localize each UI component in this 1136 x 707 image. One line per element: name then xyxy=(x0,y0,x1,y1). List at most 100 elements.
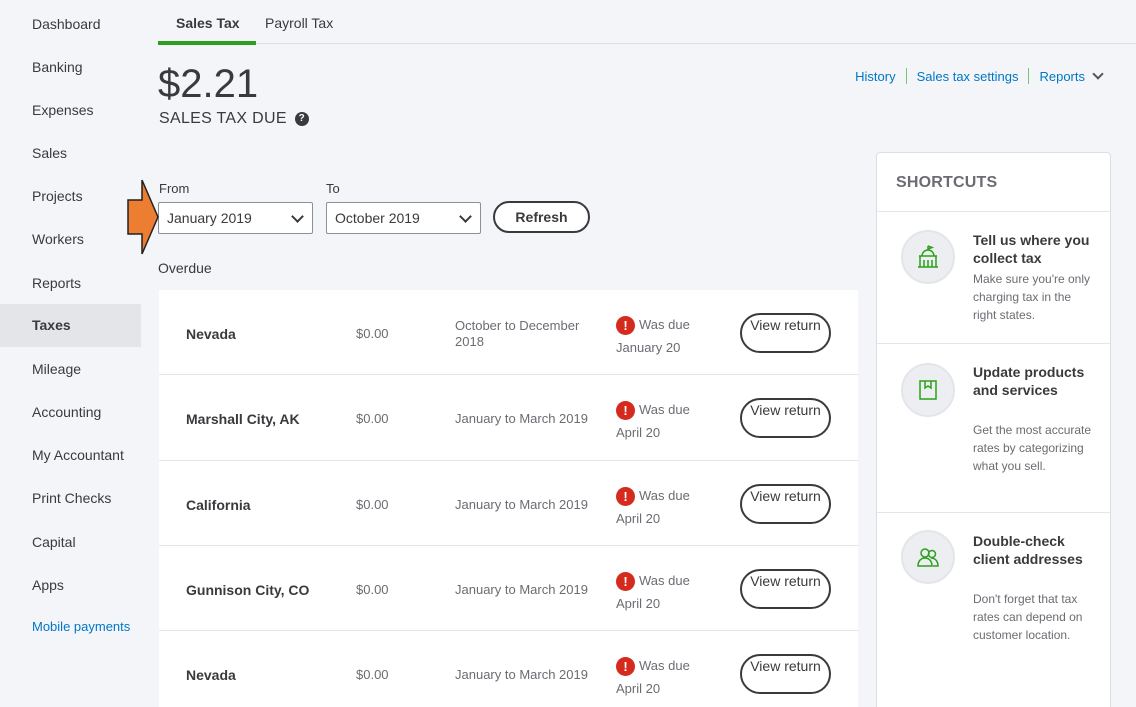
nav-apps[interactable]: Apps xyxy=(0,564,141,607)
table-row: Gunnison City, CO $0.00 January to March… xyxy=(159,545,858,632)
link-divider xyxy=(905,68,907,84)
due-status: ! Was due January 20 xyxy=(616,313,726,359)
table-row: Nevada $0.00 January to March 2019 ! Was … xyxy=(159,631,858,707)
to-label: To xyxy=(326,181,340,196)
to-date-value: October 2019 xyxy=(335,210,420,226)
nav-taxes[interactable]: Taxes xyxy=(0,304,141,347)
shortcut-description: Make sure you're only charging tax in th… xyxy=(973,272,1091,322)
tax-amount: $0.00 xyxy=(356,667,389,683)
tab-payroll-tax[interactable]: Payroll Tax xyxy=(265,15,333,44)
chevron-down-icon xyxy=(291,210,304,223)
sales-tax-due-text: SALES TAX DUE xyxy=(159,110,287,127)
nav-print-checks[interactable]: Print Checks xyxy=(0,477,141,520)
tab-sales-tax[interactable]: Sales Tax xyxy=(158,15,256,45)
shortcut-heading: Double-check client addresses xyxy=(973,533,1083,567)
shortcuts-panel: SHORTCUTS Tell us where you collect tax … xyxy=(876,152,1111,707)
due-status: ! Was due April 20 xyxy=(616,654,726,700)
chevron-down-icon xyxy=(1092,67,1104,80)
shortcut-description: Get the most accurate rates by categoriz… xyxy=(973,423,1092,473)
shortcuts-title: SHORTCUTS xyxy=(896,174,998,191)
header-links: History Sales tax settings Reports xyxy=(855,67,1104,84)
history-link[interactable]: History xyxy=(855,69,895,84)
nav-sales[interactable]: Sales xyxy=(0,132,141,175)
nav-workers[interactable]: Workers xyxy=(0,218,141,261)
shortcut-products-services[interactable]: Update products and services Get the mos… xyxy=(877,344,1110,512)
due-status: ! Was due April 20 xyxy=(616,398,726,444)
due-label: Was due xyxy=(639,658,690,674)
table-row: Nevada $0.00 October to December 2018 ! W… xyxy=(159,290,858,376)
tax-period: January to March 2019 xyxy=(455,667,588,683)
agency-name: Gunnison City, CO xyxy=(186,581,310,598)
building-icon xyxy=(901,230,955,284)
nav-my-accountant[interactable]: My Accountant xyxy=(0,434,141,477)
tax-amount: $0.00 xyxy=(356,411,389,427)
reports-dropdown[interactable]: Reports xyxy=(1039,67,1104,84)
view-return-button[interactable]: View return xyxy=(740,654,831,695)
orange-arrow-icon xyxy=(127,179,159,255)
nav-projects[interactable]: Projects xyxy=(0,175,141,218)
agency-name: Marshall City, AK xyxy=(186,411,300,428)
from-date-select[interactable]: January 2019 xyxy=(158,202,313,234)
nav-mobile-payments[interactable]: Mobile payments xyxy=(0,605,141,648)
from-label: From xyxy=(159,181,190,196)
link-divider xyxy=(1028,68,1030,84)
due-status: ! Was due April 20 xyxy=(616,569,726,615)
agency-name: California xyxy=(186,496,251,513)
nav-reports[interactable]: Reports xyxy=(0,262,141,305)
overdue-heading: Overdue xyxy=(158,260,212,276)
due-date: April 20 xyxy=(616,510,661,526)
nav-capital[interactable]: Capital xyxy=(0,521,141,564)
table-row: California $0.00 January to March 2019 !… xyxy=(159,460,858,546)
to-date-select[interactable]: October 2019 xyxy=(326,202,481,234)
help-icon[interactable]: ? xyxy=(294,112,309,126)
shortcut-client-addresses[interactable]: Double-check client addresses Don't forg… xyxy=(877,513,1110,703)
tax-tabs: Sales Tax Payroll Tax xyxy=(158,0,1136,45)
sales-tax-settings-link[interactable]: Sales tax settings xyxy=(917,69,1019,84)
left-nav: Dashboard Banking Expenses Sales Project… xyxy=(0,0,141,707)
tax-amount: $0.00 xyxy=(356,496,389,512)
nav-mileage[interactable]: Mileage xyxy=(0,348,141,391)
nav-dashboard[interactable]: Dashboard xyxy=(0,3,141,46)
nav-banking[interactable]: Banking xyxy=(0,46,141,89)
due-date: April 20 xyxy=(616,425,661,441)
due-date: January 20 xyxy=(616,340,681,355)
sales-tax-due-label: SALES TAX DUE ? xyxy=(159,110,309,128)
reports-label: Reports xyxy=(1039,68,1085,84)
agency-name: Nevada xyxy=(186,667,236,684)
due-label: Was due xyxy=(639,572,690,588)
shortcut-heading: Update products and services xyxy=(973,364,1085,398)
due-date: April 20 xyxy=(616,595,661,611)
view-return-button[interactable]: View return xyxy=(740,398,831,439)
alert-icon: ! xyxy=(616,316,635,335)
alert-icon: ! xyxy=(616,657,635,677)
shortcut-tax-locations[interactable]: Tell us where you collect tax Make sure … xyxy=(877,212,1110,343)
shortcut-heading: Tell us where you collect tax xyxy=(973,232,1090,266)
view-return-button[interactable]: View return xyxy=(740,568,831,609)
view-return-button[interactable]: View return xyxy=(740,483,831,524)
due-label: Was due xyxy=(639,402,690,418)
alert-icon: ! xyxy=(616,486,635,506)
due-status: ! Was due April 20 xyxy=(616,484,726,530)
tax-period: January to March 2019 xyxy=(455,411,588,427)
nav-accounting[interactable]: Accounting xyxy=(0,391,141,434)
due-label: Was due xyxy=(639,317,690,332)
from-date-value: January 2019 xyxy=(167,210,252,226)
tax-period: January to March 2019 xyxy=(455,581,588,597)
tax-period: January to March 2019 xyxy=(455,496,588,512)
chevron-down-icon xyxy=(459,210,472,223)
tax-amount: $0.00 xyxy=(356,581,389,597)
tax-amount: $0.00 xyxy=(356,326,389,341)
due-label: Was due xyxy=(639,487,690,503)
nav-expenses[interactable]: Expenses xyxy=(0,89,141,132)
box-icon xyxy=(901,363,955,417)
shortcut-description: Don't forget that tax rates can depend o… xyxy=(973,592,1083,642)
alert-icon: ! xyxy=(616,571,635,591)
tax-period: October to December 2018 xyxy=(455,318,580,349)
alert-icon: ! xyxy=(616,401,635,421)
refresh-button[interactable]: Refresh xyxy=(493,201,590,233)
table-row: Marshall City, AK $0.00 January to March… xyxy=(159,375,858,461)
people-icon xyxy=(901,530,955,584)
due-date: April 20 xyxy=(616,681,661,697)
overdue-table: Nevada $0.00 October to December 2018 ! W… xyxy=(159,290,858,707)
view-return-button[interactable]: View return xyxy=(740,313,831,353)
